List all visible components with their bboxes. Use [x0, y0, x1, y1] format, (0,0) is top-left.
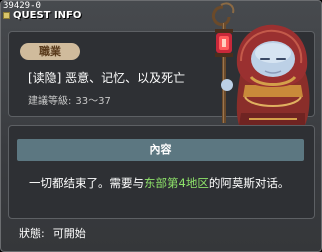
status-label: 狀態: [19, 227, 45, 240]
status-value: 可開始 [52, 227, 86, 240]
hooded-mage-npc-icon [211, 2, 310, 125]
window-title: QUEST INFO [13, 10, 82, 21]
quest-name: [读隐] 恶意、记忆、以及死亡 [28, 71, 186, 85]
level-label: 建議等級: [28, 96, 72, 107]
location-highlight[interactable]: 东部第4地区 [144, 176, 209, 190]
quest-status: 狀態: 可開始 [19, 225, 86, 241]
title-icon [3, 12, 10, 19]
quest-description: 一切都结束了。需要与东部第4地区的阿莫斯对话。 [29, 175, 289, 191]
description-text-after: 的阿莫斯对话。 [208, 176, 290, 190]
description-text-before: 一切都结束了。需要与 [29, 176, 144, 190]
level-range: 33～37 [75, 96, 111, 107]
recommended-level: 建議等級: 33～37 [28, 92, 111, 107]
content-header: 內容 [17, 139, 304, 161]
quest-info-window: 39429-0 QUEST INFO 職業 [读隐] 恶意、记忆、以及死亡 建議… [0, 0, 322, 252]
job-badge: 職業 [20, 43, 80, 60]
